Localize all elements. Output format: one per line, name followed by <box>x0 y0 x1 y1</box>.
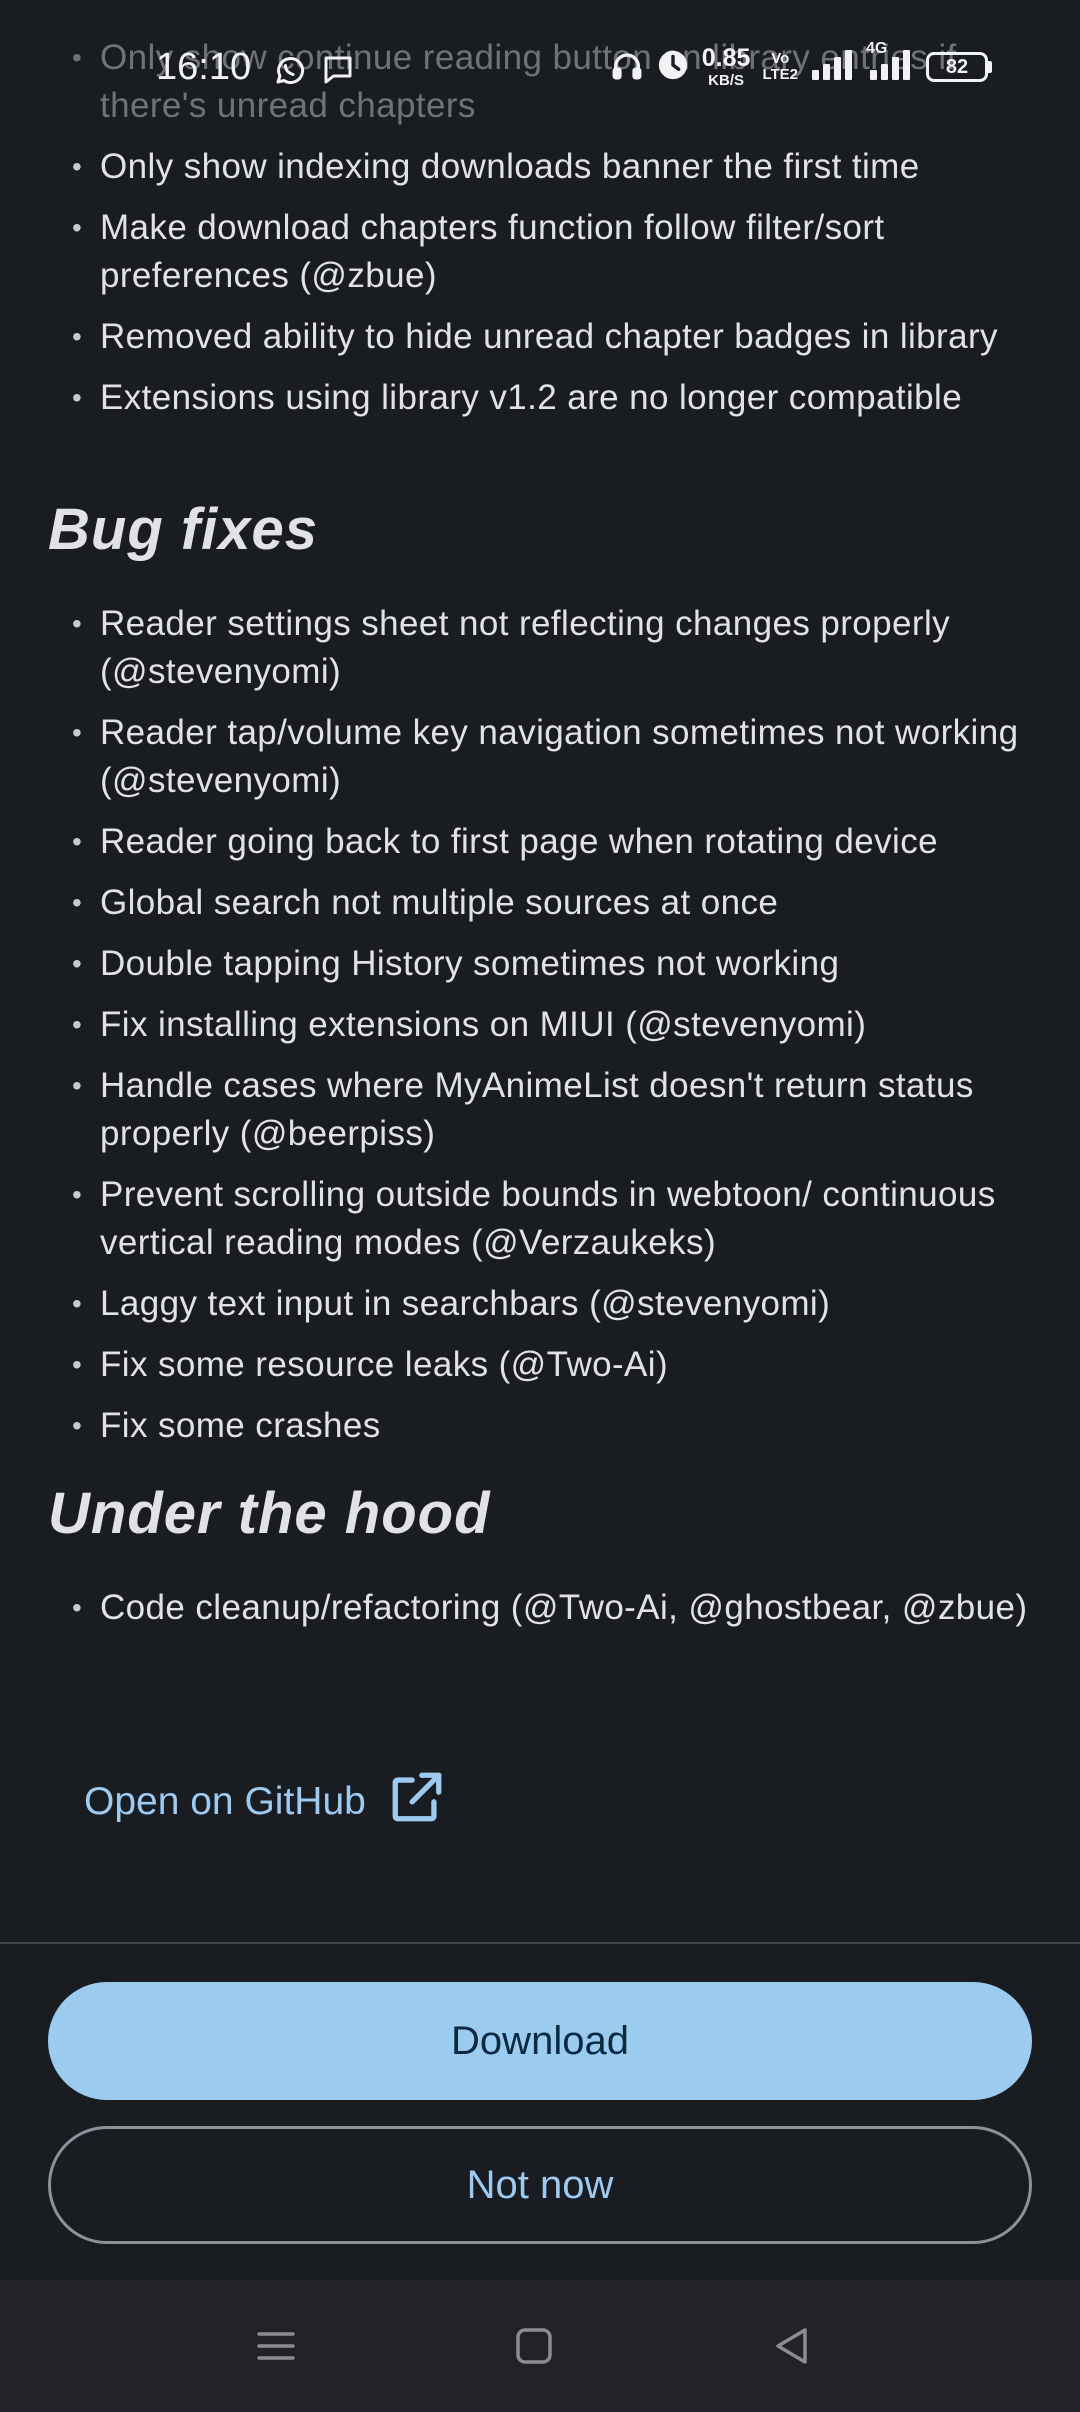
back-triangle-icon[interactable] <box>760 2314 824 2378</box>
home-square-icon[interactable] <box>502 2314 566 2378</box>
list-item: Extensions using library v1.2 are no lon… <box>68 374 1048 422</box>
download-button[interactable]: Download <box>48 1982 1032 2100</box>
list-item: Only show continue reading button on lib… <box>68 34 1048 130</box>
list-item: Fix installing extensions on MIUI (@stev… <box>68 1001 1048 1049</box>
under-the-hood-heading: Under the hood <box>48 1481 491 1546</box>
open-on-github-link[interactable]: Open on GitHub <box>84 1768 446 1836</box>
system-nav-bar <box>0 2280 1080 2412</box>
list-item: Make download chapters function follow f… <box>68 204 1048 300</box>
github-link-label: Open on GitHub <box>84 1780 366 1823</box>
changelog-scroll-area[interactable]: Only show continue reading button on lib… <box>0 0 1080 1942</box>
menu-icon[interactable] <box>244 2314 308 2378</box>
bug-fixes-list: Reader settings sheet not reflecting cha… <box>68 600 1048 1463</box>
open-external-icon <box>388 1768 446 1836</box>
list-item: Fix some resource leaks (@Two-Ai) <box>68 1341 1048 1389</box>
actions-divider <box>0 1942 1080 1944</box>
list-item: Code cleanup/refactoring (@Two-Ai, @ghos… <box>68 1584 1048 1632</box>
under-the-hood-list: Code cleanup/refactoring (@Two-Ai, @ghos… <box>68 1584 1048 1645</box>
list-item: Reader settings sheet not reflecting cha… <box>68 600 1048 696</box>
list-item: Removed ability to hide unread chapter b… <box>68 313 1048 361</box>
list-item: Reader going back to first page when rot… <box>68 818 1048 866</box>
list-item: Only show indexing downloads banner the … <box>68 143 1048 191</box>
bug-fixes-heading: Bug fixes <box>48 497 319 562</box>
list-item: Double tapping History sometimes not wor… <box>68 940 1048 988</box>
changes-list: Only show continue reading button on lib… <box>68 34 1048 435</box>
list-item: Handle cases where MyAnimeList doesn't r… <box>68 1062 1048 1158</box>
list-item: Fix some crashes <box>68 1402 1048 1450</box>
list-item: Prevent scrolling outside bounds in webt… <box>68 1171 1048 1267</box>
not-now-button[interactable]: Not now <box>48 2126 1032 2244</box>
list-item: Laggy text input in searchbars (@steveny… <box>68 1280 1048 1328</box>
list-item: Global search not multiple sources at on… <box>68 879 1048 927</box>
list-item: Reader tap/volume key navigation sometim… <box>68 709 1048 805</box>
